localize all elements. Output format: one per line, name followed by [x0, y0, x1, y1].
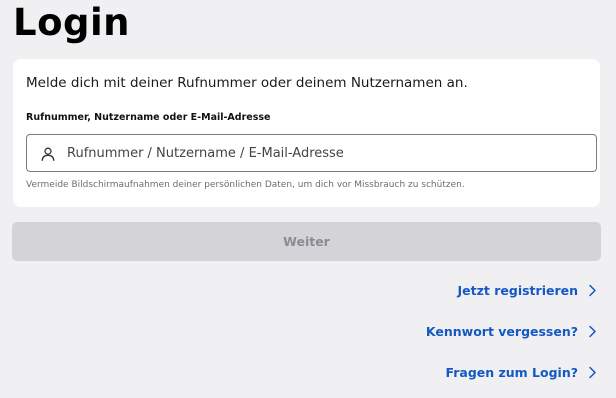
login-faq-label: Fragen zum Login? — [445, 365, 578, 380]
forgot-password-label: Kennwort vergessen? — [425, 324, 578, 339]
username-field-label: Rufnummer, Nutzername oder E-Mail-Adress… — [26, 112, 271, 123]
login-card: Melde dich mit deiner Rufnummer oder dei… — [13, 59, 600, 207]
chevron-right-icon — [589, 325, 596, 338]
username-field[interactable] — [26, 134, 597, 172]
login-faq-link[interactable]: Fragen zum Login? — [445, 365, 597, 380]
login-intro-text: Melde dich mit deiner Rufnummer oder dei… — [26, 75, 468, 91]
username-input[interactable] — [67, 135, 587, 171]
forgot-password-link[interactable]: Kennwort vergessen? — [426, 324, 597, 339]
page-title: Login — [13, 1, 131, 44]
register-link-label: Jetzt registrieren — [457, 283, 578, 298]
register-link[interactable]: Jetzt registrieren — [458, 283, 597, 298]
weiter-button[interactable]: Weiter — [12, 222, 601, 261]
privacy-hint: Vermeide Bildschirmaufnahmen deiner pers… — [26, 180, 465, 190]
user-icon — [41, 147, 55, 161]
chevron-right-icon — [589, 284, 596, 297]
chevron-right-icon — [589, 366, 596, 379]
